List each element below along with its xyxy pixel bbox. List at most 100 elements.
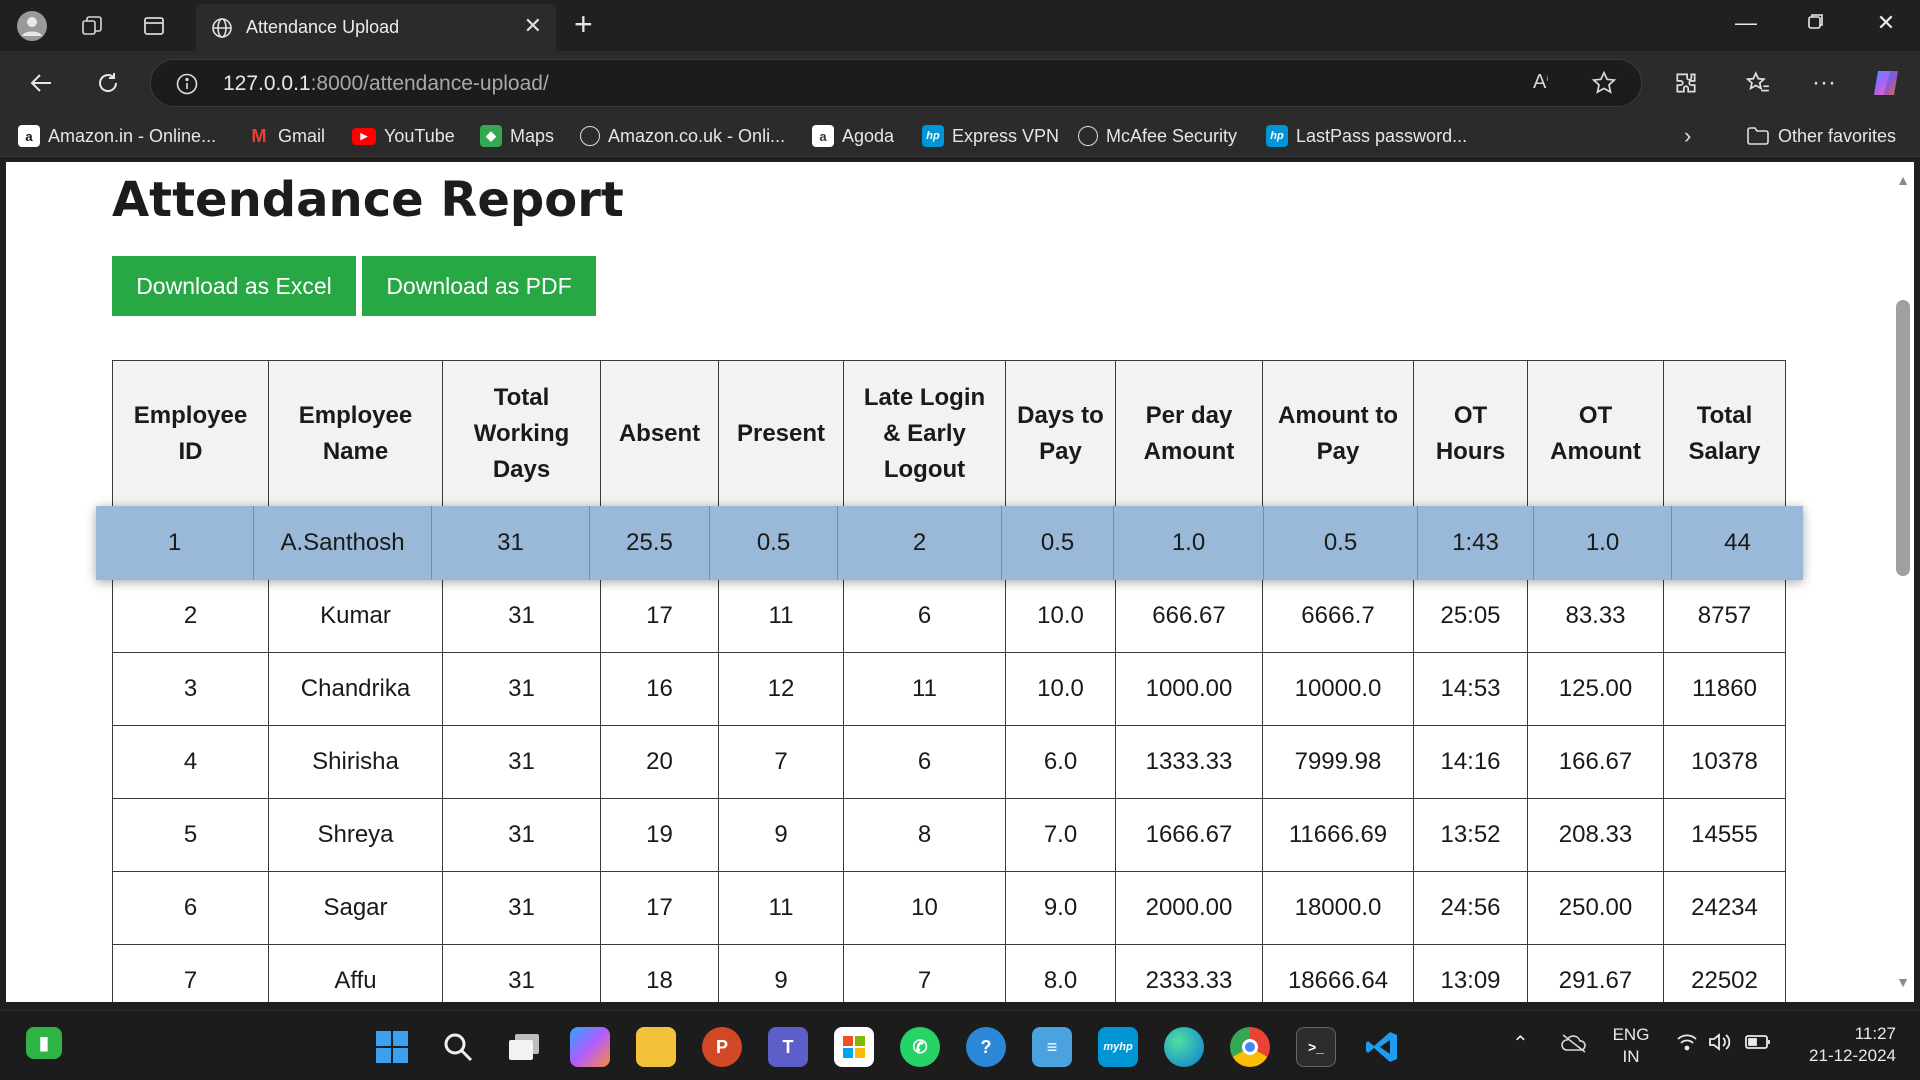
myhp-icon[interactable]: myhp xyxy=(1098,1027,1138,1067)
favorite-lastpass[interactable]: hp LastPass password... xyxy=(1266,123,1467,149)
powerpoint-icon[interactable]: P xyxy=(702,1027,742,1067)
table-cell: 666.67 xyxy=(1115,579,1263,653)
table-cell: 8757 xyxy=(1663,579,1786,653)
notepad-icon[interactable]: ≡ xyxy=(1032,1027,1072,1067)
hp-icon: hp xyxy=(922,125,944,147)
table-cell: 10000.0 xyxy=(1262,652,1414,726)
site-info-icon[interactable] xyxy=(175,72,199,101)
favorite-amazon-in[interactable]: a Amazon.in - Online... xyxy=(18,123,216,149)
chrome-icon[interactable] xyxy=(1230,1027,1270,1067)
table-cell: 11666.69 xyxy=(1262,798,1414,872)
url-text[interactable]: 127.0.0.1:8000/attendance-upload/ xyxy=(223,72,549,96)
restore-icon[interactable] xyxy=(1796,10,1836,36)
table-row[interactable]: 4 Shirisha 31 20 7 6 6.0 1333.33 7999.98 14:16 166… xyxy=(112,725,1786,799)
table-row[interactable]: 6 Sagar 31 17 11 10 9.0 2000.00 18000.0 24:56 250.… xyxy=(112,871,1786,945)
vscode-icon[interactable] xyxy=(1362,1027,1402,1067)
region-code: IN xyxy=(1622,1047,1640,1066)
favorite-agoda[interactable]: a Agoda xyxy=(812,123,894,149)
teams-icon[interactable]: T xyxy=(768,1027,808,1067)
column-header: Total Salary xyxy=(1663,360,1786,507)
table-cell: 14:53 xyxy=(1413,652,1528,726)
table-cell: 31 xyxy=(442,725,601,799)
favorite-express-vpn[interactable]: hp Express VPN xyxy=(922,123,1059,149)
close-window-icon[interactable]: ✕ xyxy=(1866,10,1906,36)
favorite-star-icon[interactable] xyxy=(1591,70,1617,101)
table-cell: 9 xyxy=(718,798,844,872)
battery-icon[interactable] xyxy=(1744,1033,1772,1057)
widgets-icon[interactable]: ▮ xyxy=(26,1027,62,1059)
download-excel-button[interactable]: Download as Excel xyxy=(112,256,356,316)
scroll-down-icon[interactable]: ▼ xyxy=(1896,974,1910,990)
refresh-icon[interactable] xyxy=(88,65,128,101)
table-cell: 3 xyxy=(112,652,269,726)
table-row[interactable]: 3 Chandrika 31 16 12 11 10.0 1000.00 10000.0 14:5… xyxy=(112,652,1786,726)
windows-taskbar: ▮ P T ✆ ? ≡ myhp >_ ⌃ ENG IN 11:27 21-12… xyxy=(0,1010,1920,1080)
tab-actions-icon[interactable] xyxy=(136,8,172,44)
table-cell: 18666.64 xyxy=(1262,944,1414,1002)
vertical-scrollbar[interactable] xyxy=(1894,162,1914,1002)
workspaces-icon[interactable] xyxy=(74,8,110,44)
wifi-icon[interactable] xyxy=(1676,1033,1698,1057)
clock[interactable]: 11:27 21-12-2024 xyxy=(1790,1023,1896,1067)
table-cell: 6.0 xyxy=(1005,725,1116,799)
column-header: Days to Pay xyxy=(1005,360,1116,507)
table-cell: 24234 xyxy=(1663,871,1786,945)
minimize-icon[interactable]: — xyxy=(1726,10,1766,36)
favorite-label: Express VPN xyxy=(952,125,1060,146)
other-favorites[interactable]: Other favorites xyxy=(1746,123,1896,149)
windows-start-icon[interactable] xyxy=(372,1027,412,1067)
back-icon[interactable] xyxy=(22,65,62,101)
globe-icon xyxy=(1078,126,1098,146)
edge-icon[interactable] xyxy=(1164,1027,1204,1067)
favorite-label: Amazon.in - Online... xyxy=(48,125,217,146)
store-icon[interactable] xyxy=(834,1027,874,1067)
table-cell: Kumar xyxy=(268,579,443,653)
column-header: Per day Amount xyxy=(1115,360,1263,507)
favorites-icon[interactable] xyxy=(1738,65,1778,101)
read-aloud-icon[interactable]: Aᵢ xyxy=(1533,71,1548,94)
file-explorer-icon[interactable] xyxy=(636,1027,676,1067)
chevron-up-icon[interactable]: ⌃ xyxy=(1512,1033,1529,1055)
download-pdf-button[interactable]: Download as PDF xyxy=(362,256,596,316)
table-cell: 1333.33 xyxy=(1115,725,1263,799)
extensions-icon[interactable] xyxy=(1666,65,1706,101)
table-row[interactable]: 5 Shreya 31 19 9 8 7.0 1666.67 11666.69 13:52 208.… xyxy=(112,798,1786,872)
chevron-right-icon[interactable]: › xyxy=(1684,123,1691,149)
language-indicator[interactable]: ENG IN xyxy=(1608,1024,1654,1068)
clock-date: 21-12-2024 xyxy=(1809,1046,1896,1065)
onedrive-icon[interactable] xyxy=(1560,1033,1588,1059)
search-icon[interactable] xyxy=(438,1027,478,1067)
task-view-icon[interactable] xyxy=(504,1027,544,1067)
favorite-mcafee[interactable]: McAfee Security xyxy=(1078,123,1237,149)
copilot-icon[interactable] xyxy=(570,1027,610,1067)
terminal-icon[interactable]: >_ xyxy=(1296,1027,1336,1067)
hp-icon: hp xyxy=(1266,125,1288,147)
table-row[interactable]: 7 Affu 31 18 9 7 8.0 2333.33 18666.64 13:09 291.67… xyxy=(112,944,1786,1002)
close-tab-icon[interactable]: ✕ xyxy=(524,13,542,39)
agoda-icon: a xyxy=(812,125,834,147)
table-cell: 20 xyxy=(600,725,719,799)
help-icon[interactable]: ? xyxy=(966,1027,1006,1067)
table-row-highlighted[interactable]: 1 A.Santhosh 31 25.5 0.5 2 0.5 1.0 0.5 1:43 1.0 44 xyxy=(96,506,1803,580)
tab-attendance-upload[interactable]: Attendance Upload ✕ xyxy=(196,4,556,51)
address-bar[interactable]: 127.0.0.1:8000/attendance-upload/ Aᵢ xyxy=(150,59,1642,107)
scroll-up-icon[interactable]: ▲ xyxy=(1896,172,1910,188)
copilot-icon[interactable] xyxy=(1866,65,1906,101)
table-cell: 1000.00 xyxy=(1115,652,1263,726)
table-body: 2 Kumar 31 17 11 6 10.0 666.67 6666.7 25:05 83.33 8… xyxy=(112,506,1786,1002)
profile-avatar-icon[interactable] xyxy=(14,8,50,44)
volume-icon[interactable] xyxy=(1708,1033,1732,1057)
table-cell: 1.0 xyxy=(1534,506,1672,580)
new-tab-icon[interactable]: + xyxy=(574,6,593,43)
more-options-icon[interactable]: ··· xyxy=(1804,65,1844,101)
table-cell: 1.0 xyxy=(1114,506,1264,580)
scrollbar-thumb[interactable] xyxy=(1896,300,1910,576)
favorite-gmail[interactable]: M Gmail xyxy=(248,123,326,149)
table-cell: Shirisha xyxy=(268,725,443,799)
table-row[interactable]: 2 Kumar 31 17 11 6 10.0 666.67 6666.7 25:05 83.33 8… xyxy=(112,579,1786,653)
table-cell: 7999.98 xyxy=(1262,725,1414,799)
favorite-youtube[interactable]: ▶ YouTube xyxy=(352,123,455,149)
whatsapp-icon[interactable]: ✆ xyxy=(900,1027,940,1067)
favorite-maps[interactable]: ◆ Maps xyxy=(480,123,554,149)
favorite-amazon-uk[interactable]: Amazon.co.uk - Onli... xyxy=(580,123,785,149)
